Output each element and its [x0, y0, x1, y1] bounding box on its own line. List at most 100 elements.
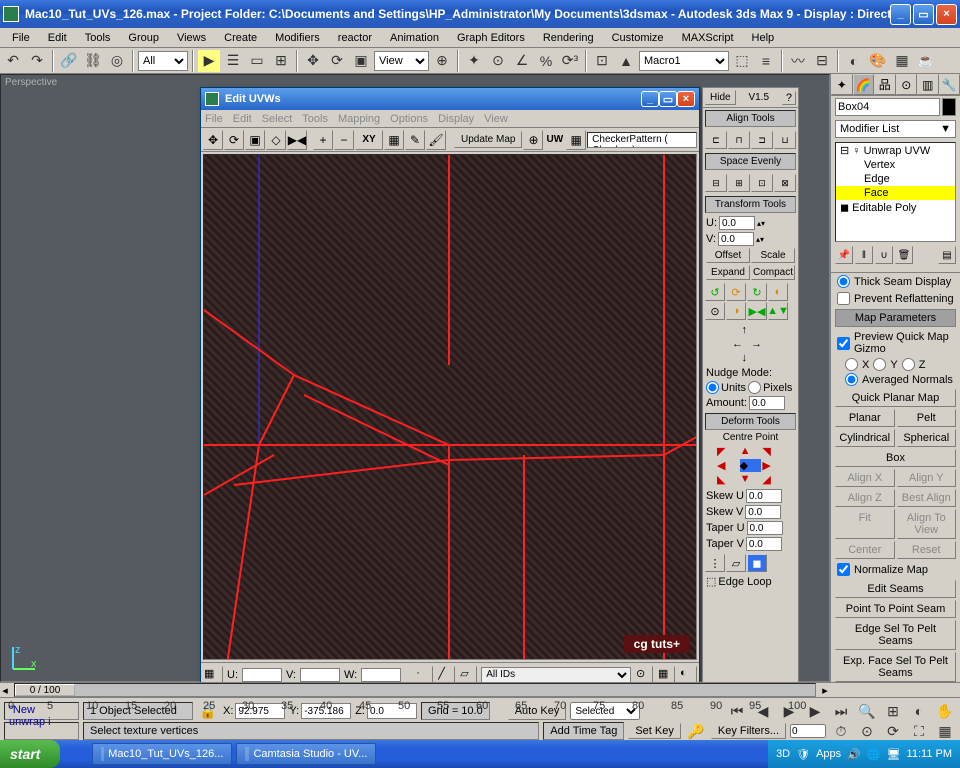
box-button[interactable]: Box — [835, 449, 956, 467]
pin-stack-button[interactable]: 📌 — [835, 246, 853, 264]
uvw-showmap-button[interactable]: ▦ — [384, 130, 404, 150]
make-unique-button[interactable]: ∪ — [875, 246, 893, 264]
uvw-minimize-button[interactable]: _ — [641, 91, 659, 107]
cp-tab-create[interactable]: ✦ — [831, 74, 853, 95]
close-button[interactable]: × — [936, 4, 957, 25]
uvw-menu-view[interactable]: View — [484, 113, 508, 125]
uvw-vertex-sub-button[interactable]: · — [415, 666, 433, 684]
nav-walk-button[interactable]: ▦ — [934, 720, 956, 742]
uvw-scale-button[interactable]: ▣ — [245, 130, 265, 150]
uvw-move-button[interactable]: ✥ — [203, 130, 223, 150]
menu-create[interactable]: Create — [216, 30, 265, 46]
edit-seams-button[interactable]: Edit Seams — [835, 580, 956, 598]
stack-item-edge[interactable]: Edge — [836, 172, 955, 186]
manipulate-button[interactable]: ✦ — [463, 50, 485, 72]
menu-edit[interactable]: Edit — [40, 30, 75, 46]
mirror-button[interactable]: ▲ — [615, 50, 637, 72]
menu-rendering[interactable]: Rendering — [535, 30, 602, 46]
aligny-button[interactable]: Align Y — [897, 469, 957, 487]
sel-face-button[interactable]: ◼ — [747, 554, 767, 572]
menu-grapheditors[interactable]: Graph Editors — [449, 30, 533, 46]
modifier-stack[interactable]: ⊟ ♀ Unwrap UVW Vertex Edge Face ◼ Editab… — [835, 142, 956, 242]
menu-tools[interactable]: Tools — [77, 30, 119, 46]
window-crossing-button[interactable]: ⊞ — [270, 50, 292, 72]
cp-tab-utilities[interactable]: 🔧 — [939, 74, 960, 95]
align-left-button[interactable]: ⊏ — [705, 131, 727, 149]
uvw-lock-button[interactable]: ▦ — [203, 666, 223, 684]
nudge-pixels-radio[interactable] — [748, 381, 761, 394]
alignz-button[interactable]: Align Z — [835, 489, 895, 507]
cylindrical-button[interactable]: Cylindrical — [835, 429, 895, 447]
stitch-h-button[interactable]: ▶◀ — [747, 302, 767, 320]
uvw-grid-icon[interactable]: ▦ — [566, 130, 586, 150]
angle-snap-button[interactable]: ∠ — [511, 50, 533, 72]
bestalign-button[interactable]: Best Align — [897, 489, 957, 507]
uvw-titlebar[interactable]: Edit UVWs _ ▭ × — [201, 88, 699, 110]
menu-reactor[interactable]: reactor — [330, 30, 380, 46]
uvw-canvas[interactable]: cg tuts+ — [203, 154, 697, 660]
quick-render-button[interactable]: ☕ — [915, 50, 937, 72]
uvw-close-button[interactable]: × — [677, 91, 695, 107]
move-button[interactable]: ✥ — [302, 50, 324, 72]
schematic-button[interactable]: ⊟ — [811, 50, 833, 72]
flip-v-button[interactable]: ◑ — [726, 302, 746, 320]
nav-orbit-button[interactable]: ⟳ — [882, 720, 904, 742]
object-name-input[interactable] — [835, 98, 940, 116]
alignx-button[interactable]: Align X — [835, 469, 895, 487]
uvw-checker-icon[interactable]: ⊕ — [523, 130, 543, 150]
uvw-map-dropdown[interactable]: CheckerPattern ( Checker ) — [587, 132, 697, 148]
render-type-button[interactable]: ▦ — [891, 50, 913, 72]
rotate-button[interactable]: ⟳ — [326, 50, 348, 72]
menu-file[interactable]: File — [4, 30, 38, 46]
menu-modifiers[interactable]: Modifiers — [267, 30, 328, 46]
def-r-button[interactable]: ▶ — [762, 459, 784, 472]
uvw-freeform-button[interactable]: ◇ — [266, 130, 286, 150]
taperu-input[interactable] — [747, 521, 783, 535]
uvw-contract-button[interactable]: − — [334, 130, 354, 150]
menu-customize[interactable]: Customize — [604, 30, 672, 46]
space-h-button[interactable]: ⊟ — [705, 174, 727, 192]
add-time-tag[interactable]: Add Time Tag — [543, 722, 624, 740]
menu-group[interactable]: Group — [120, 30, 167, 46]
system-tray[interactable]: 3D 🛡Apps 🔊🌐🖥 11:11 PM — [768, 740, 960, 768]
menu-help[interactable]: Help — [744, 30, 783, 46]
align-button[interactable]: ⬚ — [731, 50, 753, 72]
space-b1-button[interactable]: ⊡ — [751, 174, 773, 192]
uvw-menu-file[interactable]: File — [205, 113, 223, 125]
uvw-expand-button[interactable]: + — [313, 130, 333, 150]
def-tr-button[interactable]: ◥ — [762, 445, 784, 458]
next-frame-button[interactable]: ▶ — [804, 700, 826, 722]
object-color-swatch[interactable] — [942, 98, 956, 116]
uvw-update-map-button[interactable]: Update Map — [454, 131, 522, 148]
stack-item-face[interactable]: Face — [836, 186, 955, 200]
spherical-button[interactable]: Spherical — [897, 429, 957, 447]
select-region-button[interactable]: ▭ — [246, 50, 268, 72]
select-object-button[interactable]: ▶ — [198, 50, 220, 72]
uvw-opt1-button[interactable]: ⊙ — [635, 666, 653, 684]
stitch-v-button[interactable]: ▲▼ — [768, 302, 788, 320]
def-bl-button[interactable]: ◣ — [717, 473, 739, 486]
restore-button[interactable]: ▭ — [913, 4, 934, 25]
named-sel-button[interactable]: ⊡ — [591, 50, 613, 72]
uvw-menu-select[interactable]: Select — [262, 113, 293, 125]
sel-vert-button[interactable]: ⋮ — [705, 554, 725, 572]
taskbar-item-camtasia[interactable]: Camtasia Studio - UV... — [236, 743, 376, 765]
stack-item-editable-poly[interactable]: ◼ Editable Poly — [836, 200, 955, 215]
curve-editor-button[interactable]: 〰 — [787, 50, 809, 72]
modifier-list-dropdown[interactable]: Modifier List▼ — [835, 120, 956, 138]
align-right-button[interactable]: ⊐ — [751, 131, 773, 149]
aligntoview-button[interactable]: Align To View — [897, 509, 957, 539]
ref-coord-dropdown[interactable]: View — [374, 51, 429, 71]
nudge-right-button[interactable]: → — [751, 338, 769, 350]
named-selection-dropdown[interactable]: Macro1 — [639, 51, 729, 71]
nudge-units-radio[interactable] — [706, 381, 719, 394]
rotate-cw-button[interactable]: ↻ — [747, 283, 767, 301]
unlink-button[interactable]: ⛓ — [82, 50, 104, 72]
axis-y-radio[interactable] — [873, 358, 886, 371]
normalize-checkbox[interactable] — [837, 563, 850, 576]
rotate-button[interactable]: ⟳ — [726, 283, 746, 301]
time-slider-thumb[interactable]: 0 / 100 — [15, 684, 75, 696]
uvw-opt2-button[interactable]: ▦ — [657, 666, 675, 684]
prevent-reflatten-checkbox[interactable] — [837, 292, 850, 305]
maxscript-mini-listener[interactable]: "New unwrap i — [4, 702, 79, 720]
